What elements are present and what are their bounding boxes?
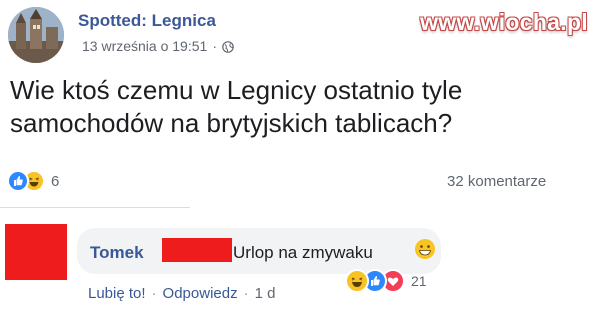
haha-reaction-icon xyxy=(345,269,369,293)
like-reaction-icon xyxy=(7,170,29,192)
post-reactions[interactable]: 6 xyxy=(7,170,59,192)
comment-avatar-redacted xyxy=(5,224,67,280)
comment-reactions[interactable]: 21 xyxy=(345,269,427,293)
comment-text: Urlop na zmywaku xyxy=(233,243,373,262)
post-text-line-2: samochodów na brytyjskich tablicach? xyxy=(10,108,453,138)
post-text: Wie ktoś czemu w Legnicy ostatnio tyle s… xyxy=(10,74,595,140)
globe-icon xyxy=(222,40,234,53)
like-link[interactable]: Lubię to! xyxy=(88,285,146,302)
action-separator: · xyxy=(151,285,157,302)
comment-reaction-count: 21 xyxy=(411,273,427,289)
divider xyxy=(0,207,190,208)
post-text-line-1: Wie ktoś czemu w Legnicy ostatnio tyle xyxy=(10,75,463,105)
page-name[interactable]: Spotted: Legnica xyxy=(78,11,216,31)
watermark: www.wiocha.pl xyxy=(420,9,588,35)
reply-link[interactable]: Odpowiedz xyxy=(163,285,238,302)
comment-time[interactable]: 1 d xyxy=(255,285,276,302)
grin-emoji-icon xyxy=(414,238,436,260)
comments-count[interactable]: 32 komentarze xyxy=(447,173,546,190)
comment-actions: Lubię to! · Odpowiedz · 1 d xyxy=(88,285,275,302)
post-reaction-count: 6 xyxy=(51,172,60,190)
page-avatar[interactable] xyxy=(8,7,64,63)
meta-separator: · xyxy=(212,38,217,54)
action-separator: · xyxy=(243,285,249,302)
post-meta: 13 września o 19:51 · xyxy=(82,38,234,54)
comment-author[interactable]: Tomek xyxy=(90,243,144,263)
post-date[interactable]: 13 września o 19:51 xyxy=(82,38,207,54)
redacted-surname xyxy=(162,238,232,262)
